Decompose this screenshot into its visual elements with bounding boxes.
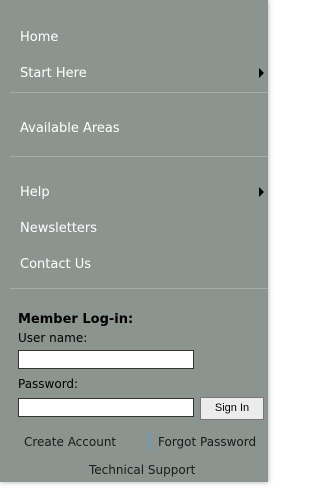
nav-item-start-here[interactable]: Start Here: [0, 61, 268, 85]
nav-item-label: Help: [20, 184, 50, 200]
login-title: Member Log-in:: [18, 312, 134, 327]
create-account-link[interactable]: Create Account: [24, 435, 116, 449]
username-input[interactable]: [18, 350, 194, 369]
nav-item-newsletters[interactable]: Newsletters: [0, 216, 268, 240]
nav-item-label: Available Areas: [20, 120, 120, 136]
nav-item-home[interactable]: Home: [0, 25, 268, 49]
nav-item-available-areas[interactable]: Available Areas: [0, 116, 268, 140]
submenu-arrow-icon: [259, 68, 264, 78]
nav-item-label: Start Here: [20, 65, 87, 81]
sidebar-panel: Home Start Here Available Areas Help New…: [0, 0, 268, 482]
password-input[interactable]: [18, 398, 194, 417]
nav-item-label: Home: [20, 29, 59, 45]
divider: [10, 92, 268, 93]
divider: [10, 288, 268, 289]
link-separator: [148, 433, 150, 451]
password-label: Password:: [18, 377, 79, 391]
submenu-arrow-icon: [259, 187, 264, 197]
username-label: User name:: [18, 331, 88, 345]
technical-support-link[interactable]: Technical Support: [89, 463, 195, 477]
forgot-password-link[interactable]: Forgot Password: [158, 435, 256, 449]
nav-item-label: Contact Us: [20, 256, 91, 272]
nav-item-help[interactable]: Help: [0, 180, 268, 204]
divider: [10, 156, 268, 157]
nav-item-label: Newsletters: [20, 220, 98, 236]
nav-item-contact-us[interactable]: Contact Us: [0, 252, 268, 276]
sign-in-button[interactable]: Sign In: [200, 397, 264, 420]
